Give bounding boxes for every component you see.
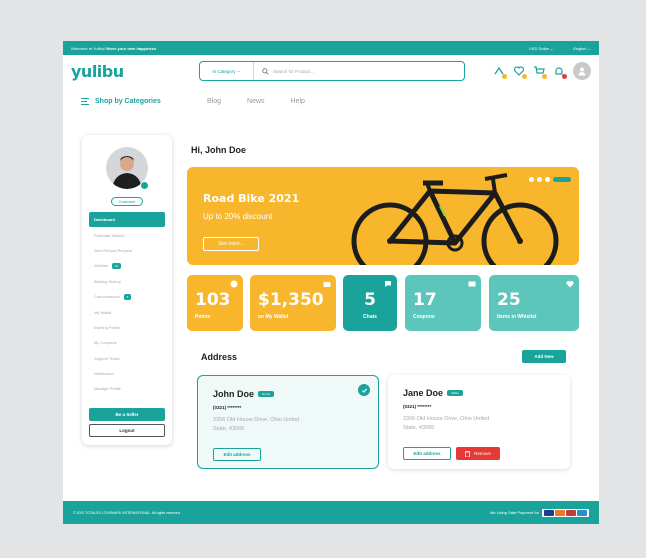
stats-row: 103 Points $1,350 on My Wallet 5 Chats 1…: [187, 275, 579, 331]
search-bar: In Category ⌄ Search for Product...: [199, 61, 465, 81]
address-phone: (0321) ********: [213, 405, 242, 410]
be-a-seller-button[interactable]: Be a Seller: [89, 408, 165, 421]
user-icon: [578, 67, 586, 76]
sidebar: Customer Dashboard Purchase History Sent…: [82, 135, 172, 445]
discover-icon: [566, 509, 576, 516]
nav-bar: Shop by Categories Blog News Help: [63, 87, 599, 115]
visa-icon: [544, 509, 554, 516]
logo[interactable]: yulibu: [71, 62, 199, 81]
menu-icon: [81, 97, 89, 105]
check-icon: [358, 384, 370, 396]
category-dropdown[interactable]: In Category ⌄: [200, 62, 254, 80]
nav-link-news[interactable]: News: [247, 98, 265, 105]
user-avatar[interactable]: [573, 62, 591, 80]
mastercard-icon: [555, 509, 565, 516]
promo-banner: Road Bike 2021 Up to 20% discount See mo…: [187, 167, 579, 265]
address-card[interactable]: Jane Doe Office (0321) ******** 2356 Old …: [388, 375, 570, 469]
payment-methods: We Using Safe Payment for: [490, 508, 589, 517]
add-new-address-button[interactable]: Add New: [522, 350, 566, 363]
sidebar-item-refund-request[interactable]: Sent Refund Request: [89, 243, 165, 258]
edit-address-button[interactable]: Edit address: [213, 448, 261, 461]
amex-icon: [577, 509, 587, 516]
welcome-text: Welcome to Yulibu! Move your own happine…: [71, 45, 157, 51]
bell-icon[interactable]: [553, 65, 567, 79]
search-input[interactable]: Search for Product...: [254, 67, 314, 75]
banner-subtitle: Up to 20% discount: [203, 212, 273, 221]
chat-icon: [385, 281, 391, 287]
coupon-icon: [468, 281, 476, 287]
sidebar-item-bidding-history[interactable]: Bidding History: [89, 274, 165, 289]
see-more-button[interactable]: See more...: [203, 237, 259, 251]
shop-by-categories[interactable]: Shop by Categories: [81, 97, 207, 105]
logout-button[interactable]: Logout: [89, 424, 165, 437]
address-text: 2356 Old House Drive, Ohio United State, …: [403, 416, 490, 431]
heart-icon[interactable]: [513, 65, 527, 79]
sidebar-item-conversations[interactable]: Conversations 5: [89, 289, 165, 304]
customer-badge: Customer: [111, 197, 143, 206]
address-tag: Office: [447, 390, 463, 396]
address-tag: Home: [258, 391, 275, 397]
sidebar-item-dashboard[interactable]: Dashboard: [89, 212, 165, 228]
search-icon: [262, 67, 269, 75]
wallet-icon: [323, 282, 331, 287]
stat-points[interactable]: 103 Points: [187, 275, 243, 331]
address-card-selected[interactable]: John Doe Home (0321) ******** 2356 Old Ho…: [197, 375, 379, 469]
carousel-dots[interactable]: [529, 177, 571, 182]
address-phone: (0321) ********: [403, 404, 432, 409]
page: Welcome to Yulibu! Move your own happine…: [63, 41, 599, 524]
footer: © 2021 TOTALES LOVEMARK INTERNATIONAL. A…: [63, 501, 599, 524]
sidebar-item-support-ticket[interactable]: Support Ticket: [89, 351, 165, 366]
sidebar-menu: Dashboard Purchase History Sent Refund R…: [89, 212, 165, 397]
trash-icon: [465, 450, 471, 457]
banner-title: Road Bike 2021: [203, 192, 300, 205]
remove-address-button[interactable]: Remove: [456, 447, 500, 460]
sidebar-item-wishlist[interactable]: Wishlist 10: [89, 258, 165, 273]
wishlist-count-badge: 10: [111, 262, 122, 269]
sidebar-item-earning-points[interactable]: Earning Points: [89, 320, 165, 335]
nav-link-blog[interactable]: Blog: [207, 98, 221, 105]
currency-select[interactable]: USD Dollar ⌄: [529, 46, 553, 51]
cart-icon[interactable]: [533, 65, 547, 79]
edit-address-button[interactable]: Edit address: [403, 447, 451, 460]
address-name: John Doe: [213, 389, 255, 399]
sidebar-item-purchase-history[interactable]: Purchase History: [89, 227, 165, 242]
stat-coupons[interactable]: 17 Coupons: [405, 275, 481, 331]
conversations-count-badge: 5: [123, 293, 132, 300]
greeting: Hi, John Doe: [191, 145, 247, 155]
stat-wallet[interactable]: $1,350 on My Wallet: [250, 275, 336, 331]
language-select[interactable]: English ⌄: [573, 46, 591, 51]
camera-icon[interactable]: [140, 181, 149, 190]
compare-icon[interactable]: [493, 65, 507, 79]
nav-link-help[interactable]: Help: [291, 98, 305, 105]
top-bar: Welcome to Yulibu! Move your own happine…: [63, 41, 599, 55]
sidebar-item-my-coupons[interactable]: My Coupons: [89, 335, 165, 350]
copyright-text: © 2021 TOTALES LOVEMARK INTERNATIONAL. A…: [73, 510, 180, 515]
stat-wishlist[interactable]: 25 Items in Whislist: [489, 275, 579, 331]
sidebar-item-notification[interactable]: Notification: [89, 366, 165, 381]
address-text: 2356 Old House Drive, Ohio United State, …: [213, 417, 300, 432]
sidebar-item-manage-profile[interactable]: Manage Profile: [89, 381, 165, 396]
address-heading: Address: [201, 352, 238, 362]
address-name: Jane Doe: [403, 388, 444, 398]
sidebar-item-my-wallet[interactable]: My Wallet: [89, 304, 165, 319]
header: yulibu In Category ⌄ Search for Product.…: [63, 55, 599, 87]
points-icon: [230, 280, 238, 288]
heart-icon: [566, 280, 574, 288]
stat-chats[interactable]: 5 Chats: [343, 275, 397, 331]
